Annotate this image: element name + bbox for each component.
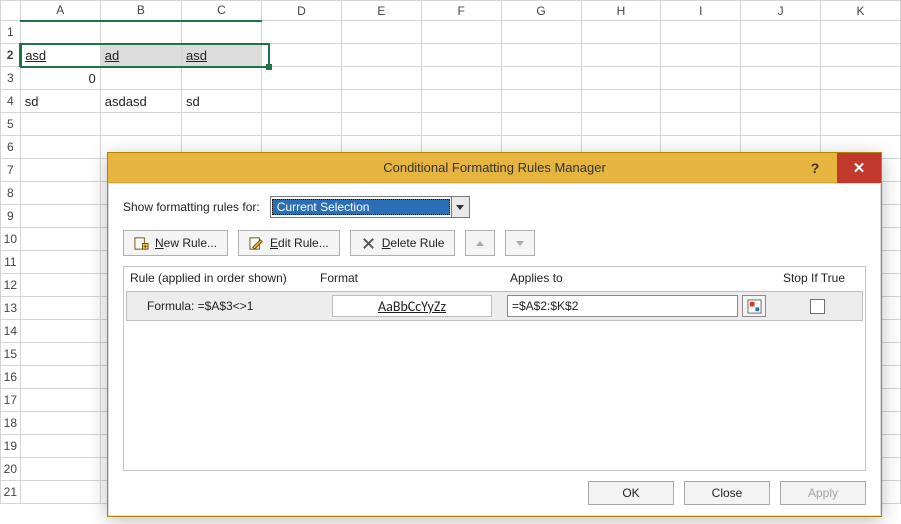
show-for-label: Show formatting rules for: [123, 200, 260, 214]
cell-C2[interactable]: asd [181, 44, 261, 67]
new-rule-button[interactable]: NNew Rule...ew Rule... [123, 230, 228, 256]
rule-row[interactable]: Formula: =$A$3<>1 AaBbCcYyZz =$A$2:$K$2 [126, 291, 863, 321]
header-stop: Stop If True [769, 271, 859, 285]
help-button[interactable]: ? [793, 153, 837, 183]
row-header-13[interactable]: 13 [1, 297, 21, 320]
range-selector-icon [747, 299, 762, 314]
row-header-6[interactable]: 6 [1, 136, 21, 159]
col-header-D[interactable]: D [262, 1, 342, 21]
col-header-F[interactable]: F [421, 1, 501, 21]
show-for-value: Current Selection [272, 199, 450, 215]
row-header-8[interactable]: 8 [1, 182, 21, 205]
dialog-title: Conditional Formatting Rules Manager [383, 160, 606, 175]
col-header-J[interactable]: J [741, 1, 821, 21]
row-header-5[interactable]: 5 [1, 113, 21, 136]
col-header-C[interactable]: C [181, 1, 261, 21]
rules-listbox[interactable]: Rule (applied in order shown) Format App… [123, 266, 866, 471]
col-header-B[interactable]: B [100, 1, 181, 21]
range-selector-button[interactable] [742, 295, 766, 317]
col-header-A[interactable]: A [20, 1, 100, 21]
close-button[interactable]: ✕ [837, 153, 881, 183]
col-header-G[interactable]: G [501, 1, 581, 21]
row-header-20[interactable]: 20 [1, 458, 21, 481]
row-header-3[interactable]: 3 [1, 67, 21, 90]
header-rule: Rule (applied in order shown) [130, 271, 320, 285]
cell-A2[interactable]: asd [20, 44, 100, 67]
row-header-2[interactable]: 2 [1, 44, 21, 67]
delete-rule-icon [361, 236, 376, 251]
select-all-corner[interactable] [1, 1, 21, 21]
header-applies: Applies to [510, 271, 769, 285]
chevron-up-icon [476, 241, 484, 246]
row-header-18[interactable]: 18 [1, 412, 21, 435]
dialog-titlebar[interactable]: Conditional Formatting Rules Manager ? ✕ [108, 153, 881, 183]
row-header-9[interactable]: 9 [1, 205, 21, 228]
row-header-10[interactable]: 10 [1, 228, 21, 251]
col-header-I[interactable]: I [661, 1, 741, 21]
cell-A4[interactable]: sd [20, 90, 100, 113]
edit-rule-icon [249, 236, 264, 251]
help-icon: ? [811, 160, 820, 176]
col-header-H[interactable]: H [581, 1, 661, 21]
cell-B2[interactable]: ad [100, 44, 181, 67]
col-header-K[interactable]: K [821, 1, 901, 21]
combo-dropdown-button[interactable] [451, 197, 469, 217]
delete-rule-button[interactable]: Delete Rule [350, 230, 456, 256]
chevron-down-icon [516, 241, 524, 246]
row-header-4[interactable]: 4 [1, 90, 21, 113]
show-for-combo[interactable]: Current Selection [270, 196, 470, 218]
cell-B4[interactable]: asdasd [100, 90, 181, 113]
row-header-17[interactable]: 17 [1, 389, 21, 412]
new-rule-icon [134, 236, 149, 251]
apply-button[interactable]: Apply [780, 481, 866, 505]
row-header-21[interactable]: 21 [1, 481, 21, 504]
move-down-button[interactable] [505, 230, 535, 256]
close-dialog-button[interactable]: Close [684, 481, 770, 505]
row-header-1[interactable]: 1 [1, 21, 21, 44]
chevron-down-icon [456, 205, 464, 210]
row-header-15[interactable]: 15 [1, 343, 21, 366]
row-header-14[interactable]: 14 [1, 320, 21, 343]
move-up-button[interactable] [465, 230, 495, 256]
conditional-formatting-dialog: Conditional Formatting Rules Manager ? ✕… [107, 152, 882, 517]
col-header-E[interactable]: E [341, 1, 421, 21]
row-header-7[interactable]: 7 [1, 159, 21, 182]
cell-A3[interactable]: 0 [20, 67, 100, 90]
row-header-16[interactable]: 16 [1, 366, 21, 389]
edit-rule-button[interactable]: Edit Rule... [238, 230, 340, 256]
ok-button[interactable]: OK [588, 481, 674, 505]
header-format: Format [320, 271, 510, 285]
rule-description: Formula: =$A$3<>1 [127, 299, 317, 313]
row-header-12[interactable]: 12 [1, 274, 21, 297]
applies-to-input[interactable]: =$A$2:$K$2 [507, 295, 738, 317]
row-header-11[interactable]: 11 [1, 251, 21, 274]
stop-if-true-checkbox[interactable] [810, 299, 825, 314]
cell-C4[interactable]: sd [181, 90, 261, 113]
row-header-19[interactable]: 19 [1, 435, 21, 458]
format-preview: AaBbCcYyZz [332, 295, 492, 317]
close-icon: ✕ [853, 159, 866, 177]
